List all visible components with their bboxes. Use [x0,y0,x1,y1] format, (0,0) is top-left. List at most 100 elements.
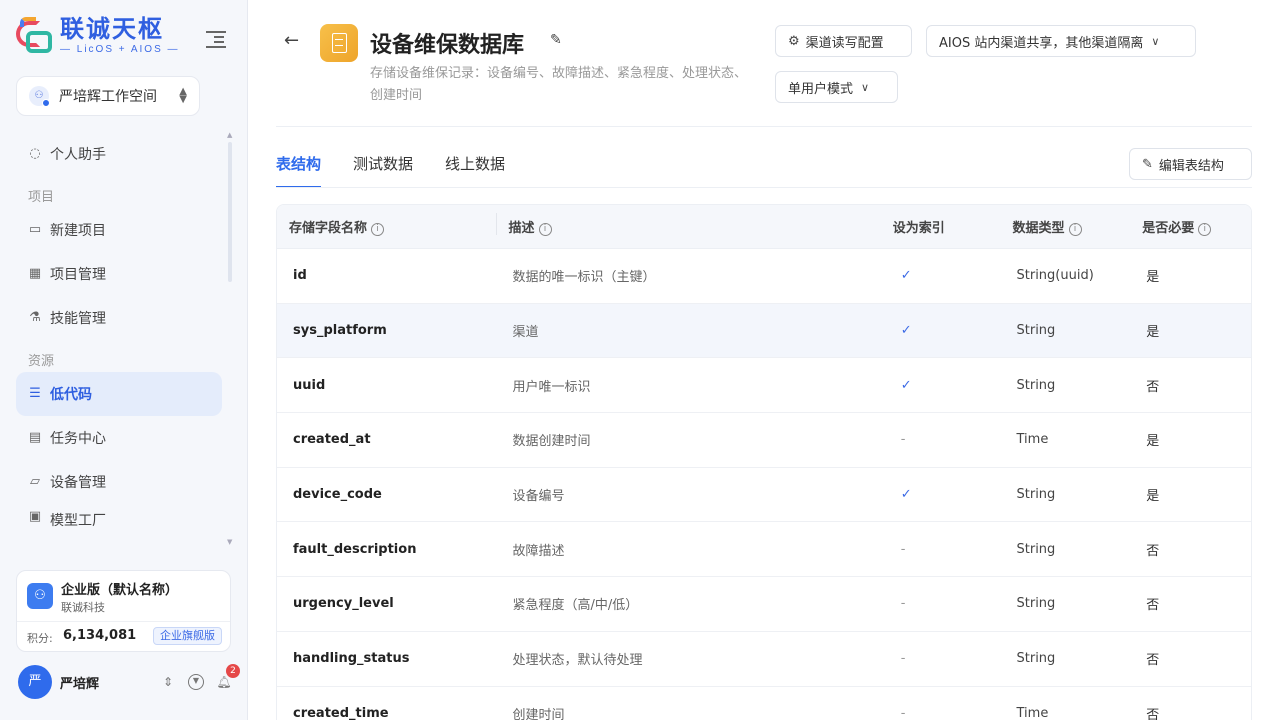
field-name: handling_status [293,651,410,667]
divider [276,126,1252,127]
field-required: 否 [1146,707,1160,720]
field-type: String [1016,377,1056,393]
collapse-sidebar-icon[interactable] [206,28,226,48]
avatar[interactable]: 严 [18,665,52,699]
tab-bar: 表结构 测试数据 线上数据 [276,148,537,188]
table-row[interactable]: device_code 设备编号 ✓ String 是 [277,468,1251,523]
schema-table: 存储字段名称 i 描述 i 设为索引 数据类型 i 是否必要 i id 数据的唯一标识（… [276,204,1252,720]
field-desc: 紧急程度（高/中/低） [512,598,639,614]
column-header-index: 设为索引 [892,221,945,236]
field-name: id [293,268,307,284]
brand-subtitle: — LicOS + AIOS — [60,44,180,55]
section-label-resource: 资源 [28,354,55,369]
field-required: 否 [1146,598,1160,614]
tab-test-data[interactable]: 测试数据 [353,148,413,188]
database-icon: ☰ [29,386,41,401]
sidebar-item-skill-mgmt[interactable]: ⚗ 技能管理 [16,296,222,340]
field-required: 是 [1146,270,1160,286]
chevron-down-icon: ∨ [1151,34,1160,48]
logo-icon [16,16,54,55]
chevron-down-icon: ∨ [861,80,870,94]
points-value: 6,134,081 [63,628,137,643]
field-desc: 数据创建时间 [512,434,591,450]
info-icon[interactable]: i [1068,223,1082,236]
gear-icon: ⚙ [788,33,800,49]
edit-title-icon[interactable]: ✎ [550,32,562,48]
enterprise-name: 企业版（默认名称） [61,583,179,598]
plan-badge: 企业旗舰版 [153,627,222,645]
sidebar-item-label: 设备管理 [50,475,106,491]
sidebar-item-assistant[interactable]: ◌ 个人助手 [16,132,222,176]
index-check-icon: ✓ [900,487,912,503]
field-type: String [1016,596,1056,612]
field-name: uuid [293,377,326,393]
table-row[interactable]: created_at 数据创建时间 - Time 是 [277,413,1251,468]
sidebar-item-label: 低代码 [50,387,92,403]
tab-schema[interactable]: 表结构 [276,148,322,188]
laptop-icon: ▱ [30,474,40,489]
sidebar-item-lowcode[interactable]: ☰ 低代码 [16,372,222,416]
back-arrow-icon[interactable]: ← [284,30,299,51]
field-type: Time [1016,705,1049,720]
table-row[interactable]: uuid 用户唯一标识 ✓ String 否 [277,358,1251,414]
tab-online-data[interactable]: 线上数据 [445,148,505,188]
bell-icon[interactable]: 🔔︎ 2 [216,664,240,690]
workspace-switcher[interactable]: ⚇ 严培辉工作空间 ▲ ▼ [16,76,200,116]
user-mode-dropdown[interactable]: 单用户模式 ∨ [775,71,898,103]
database-icon [320,24,358,62]
scroll-down-icon[interactable]: ▼ [227,538,232,546]
sidebar-item-task-center[interactable]: ▤ 任务中心 [16,416,222,460]
section-label-project: 项目 [28,190,55,205]
table-row[interactable]: id 数据的唯一标识（主键） ✓ String(uuid) 是 [277,249,1251,304]
channel-config-button[interactable]: ⚙ 渠道读写配置 [775,25,912,57]
factory-icon: ▣ [28,509,42,524]
sidebar-item-project-mgmt[interactable]: ▦ 项目管理 [16,252,222,296]
table-row[interactable]: created_time 创建时间 - Time 否 [277,687,1251,720]
field-name: created_at [293,432,371,448]
sidebar-item-device-mgmt[interactable]: ▱ 设备管理 [16,460,222,504]
points-label: 积分: [27,632,53,645]
workspace-name: 严培辉工作空间 [59,89,157,105]
field-name: created_time [293,705,389,720]
field-type: String [1016,323,1056,339]
edit-schema-button[interactable]: ✎ 编辑表结构 [1129,148,1252,180]
info-icon[interactable]: i [1198,223,1212,236]
field-name: fault_description [293,541,417,557]
button-label: 渠道读写配置 [805,35,884,51]
dropdown-value: AIOS 站内渠道共享，其他渠道隔离 [939,35,1144,51]
chevron-down-circle-icon[interactable]: ▼ [188,674,204,690]
column-header-type: 数据类型 i [1001,217,1131,236]
up-down-chevron-icon: ▲ ▼ [179,86,187,105]
enterprise-company: 联诚科技 [61,601,105,614]
logo[interactable]: 联诚天枢 — LicOS + AIOS — [16,16,180,55]
flask-icon: ⚗ [29,310,41,325]
field-required: 是 [1146,434,1160,450]
share-mode-dropdown[interactable]: AIOS 站内渠道共享，其他渠道隔离 ∨ [926,25,1196,57]
sidebar-item-label: 模型工厂 [50,513,106,529]
table-row[interactable]: urgency_level 紧急程度（高/中/低） - String 否 [277,577,1251,632]
field-name: device_code [293,487,382,503]
field-desc: 创建时间 [512,707,565,720]
field-type: Time [1016,432,1049,448]
info-icon[interactable]: i [371,223,385,236]
user-profile: 严 严培辉 ⇕ ▼ 🔔︎ 2 [18,664,240,699]
workspace-avatar-icon: ⚇ [29,86,50,107]
sidebar-scrollbar[interactable] [228,142,232,282]
table-row[interactable]: fault_description 故障描述 - String 否 [277,522,1251,578]
field-required: 是 [1146,325,1160,341]
scroll-up-icon[interactable]: ▲ [227,131,232,139]
sidebar-item-new-project[interactable]: ▭ 新建项目 [16,208,222,252]
field-name: urgency_level [293,596,394,612]
sidebar-item-model-factory[interactable]: ▣ 模型工厂 [16,504,222,534]
table-row[interactable]: sys_platform 渠道 ✓ String 是 [277,303,1251,359]
field-desc: 用户唯一标识 [512,379,591,395]
calendar-icon: ▤ [28,430,42,445]
enterprise-card[interactable]: ⚇ 企业版（默认名称） 联诚科技 积分: 6,134,081 企业旗舰版 [16,570,231,652]
enterprise-icon: ⚇ [27,583,53,609]
field-desc: 渠道 [512,325,539,341]
info-icon[interactable]: i [538,223,552,236]
table-row[interactable]: handling_status 处理状态，默认待处理 - String 否 [277,632,1251,687]
grid-icon: ▦ [28,266,42,281]
divider [17,621,230,622]
expand-collapse-icon[interactable]: ⇕ [160,674,176,690]
